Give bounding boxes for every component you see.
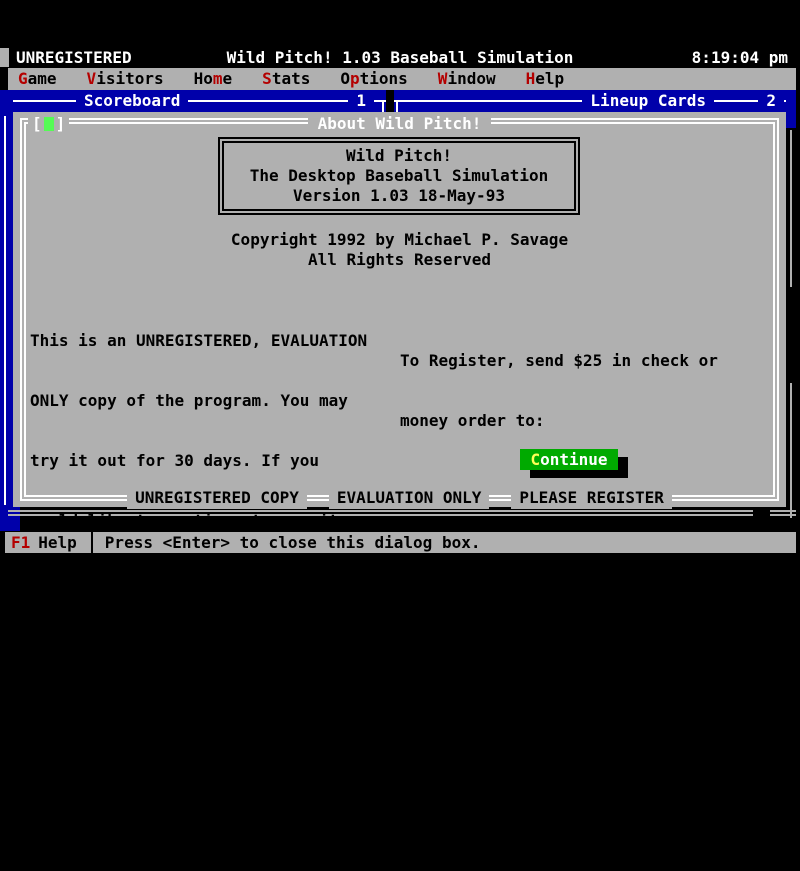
- dialog-close-button[interactable]: [ ]: [28, 112, 69, 136]
- badge-unregistered-copy: UNREGISTERED COPY: [127, 487, 307, 509]
- window-number: 1: [348, 90, 374, 112]
- window-bottom-border-fragment: [770, 510, 796, 516]
- menu-item-help[interactable]: Help: [526, 68, 565, 90]
- help-hint-label[interactable]: Help: [30, 532, 77, 553]
- copyright-line: Copyright 1992 by Michael P. Savage: [13, 230, 786, 250]
- window-title-scoreboard: Scoreboard: [76, 90, 188, 112]
- menu-item-options[interactable]: Options: [340, 68, 407, 90]
- continue-button[interactable]: Continue: [520, 449, 618, 470]
- dialog-title: About Wild Pitch!: [308, 112, 492, 136]
- statusbar-message: Press <Enter> to close this dialog box.: [105, 532, 481, 553]
- continue-hotkey: C: [530, 450, 540, 469]
- hotkey-letter: W: [438, 69, 448, 88]
- window-border-fragment: [790, 130, 792, 287]
- app-title-bar: UNREGISTERED Wild Pitch! 1.03 Baseball S…: [0, 48, 800, 68]
- window-number: 2: [758, 90, 784, 112]
- frame-line: [4, 100, 76, 102]
- rights-line: All Rights Reserved: [13, 250, 786, 270]
- evaluation-notice-text: This is an UNREGISTERED, EVALUATION ONLY…: [30, 291, 400, 871]
- frame-line: [714, 100, 758, 102]
- program-version: Version 1.03 18-May-93: [224, 186, 574, 206]
- program-info-box: Wild Pitch! The Desktop Baseball Simulat…: [218, 137, 580, 215]
- close-bracket-left: [: [32, 112, 42, 136]
- f1-key-hint[interactable]: F1: [5, 532, 30, 553]
- dialog-title-row: About Wild Pitch!: [13, 112, 786, 136]
- scoreboard-window-left-border: [0, 90, 13, 531]
- window-titlebar-scoreboard[interactable]: Scoreboard 1: [4, 90, 386, 112]
- badge-please-register: PLEASE REGISTER: [511, 487, 672, 509]
- menu-item-window[interactable]: Window: [438, 68, 496, 90]
- hotkey-letter: S: [262, 69, 272, 88]
- registration-address: MS Software, c/o Michael Savage PO Box 5…: [400, 491, 772, 651]
- status-bar: F1 Help Press <Enter> to close this dial…: [5, 532, 796, 553]
- hotkey-letter: G: [18, 69, 28, 88]
- badge-evaluation-only: EVALUATION ONLY: [329, 487, 490, 509]
- program-tagline: The Desktop Baseball Simulation: [224, 166, 574, 186]
- menu-bar: Game Visitors Home Stats Options Window …: [8, 68, 796, 90]
- lineup-window-right-border: [786, 90, 796, 128]
- menu-item-stats[interactable]: Stats: [262, 68, 310, 90]
- clock: 8:19:04 pm: [692, 48, 788, 68]
- program-name: Wild Pitch!: [224, 146, 574, 166]
- frame-line: [374, 100, 386, 102]
- frame-line: [394, 100, 582, 102]
- window-titlebar-lineup-cards[interactable]: Lineup Cards 2: [394, 90, 796, 112]
- dialog-footer-badges: UNREGISTERED COPY EVALUATION ONLY PLEASE…: [13, 487, 786, 509]
- about-dialog: About Wild Pitch! [ ] Wild Pitch! The De…: [13, 112, 786, 507]
- menu-item-visitors[interactable]: Visitors: [87, 68, 164, 90]
- frame-line: [188, 100, 348, 102]
- app-title: Wild Pitch! 1.03 Baseball Simulation: [0, 48, 800, 68]
- hotkey-letter: m: [213, 69, 223, 88]
- statusbar-divider: [91, 532, 93, 553]
- close-icon: [44, 117, 54, 131]
- hotkey-letter: H: [526, 69, 536, 88]
- copyright-block: Copyright 1992 by Michael P. Savage All …: [13, 230, 786, 270]
- hotkey-letter: p: [350, 69, 360, 88]
- menu-item-home[interactable]: Home: [194, 68, 233, 90]
- window-title-lineup-cards: Lineup Cards: [582, 90, 714, 112]
- menu-item-game[interactable]: Game: [18, 68, 57, 90]
- close-bracket-right: ]: [56, 112, 66, 136]
- window-border-fragment: [790, 383, 792, 518]
- hotkey-letter: V: [87, 69, 97, 88]
